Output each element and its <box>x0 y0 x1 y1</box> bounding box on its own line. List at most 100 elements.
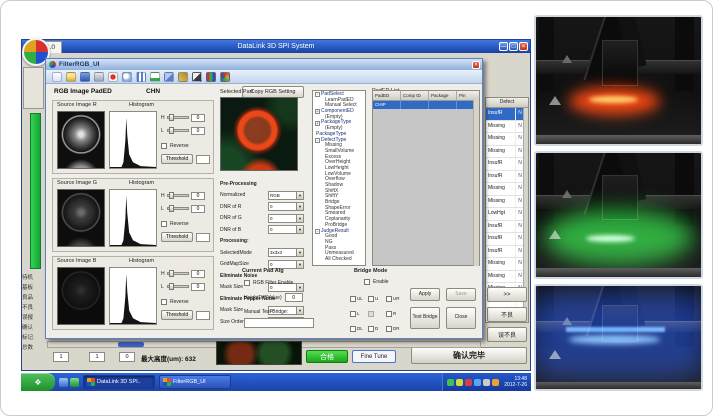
heightdiff-field[interactable]: 0 <box>285 293 303 302</box>
close-button[interactable]: Close <box>446 307 476 329</box>
start-button[interactable]: ❖ <box>21 373 55 391</box>
table-row[interactable]: Missing N <box>486 146 524 159</box>
scrollbar-thumb[interactable] <box>118 342 144 347</box>
col-package[interactable]: Package <box>429 91 457 100</box>
direction-checkbox[interactable] <box>350 326 356 332</box>
save-icon[interactable] <box>80 72 90 82</box>
save-button[interactable]: Save <box>446 288 476 301</box>
palette-icon[interactable] <box>220 72 230 82</box>
grid-icon[interactable] <box>136 72 146 82</box>
record-icon[interactable] <box>108 72 118 82</box>
l-value-field[interactable]: 0 <box>191 127 205 135</box>
table-row-selected[interactable]: CHIP <box>373 101 479 109</box>
h-slider[interactable] <box>167 116 189 119</box>
l-value-field[interactable]: 0 <box>191 205 205 213</box>
tray-icon[interactable] <box>474 379 481 386</box>
new-icon[interactable] <box>52 72 62 82</box>
direction-checkbox[interactable] <box>350 296 356 302</box>
threshold-button[interactable]: Threshold <box>161 154 193 164</box>
table-row[interactable]: Missing N <box>486 121 524 134</box>
h-value-field[interactable]: 0 <box>191 270 205 278</box>
tray-icon[interactable] <box>447 379 454 386</box>
close-icon[interactable]: × <box>519 42 528 51</box>
quick-launch-icon[interactable] <box>59 378 68 387</box>
reverse-checkbox[interactable] <box>161 299 167 305</box>
fine-tune-button[interactable]: Fine Tune <box>352 350 396 363</box>
taskbar-window-button[interactable]: FilterRGB_UI <box>159 375 231 389</box>
layers-icon[interactable] <box>164 72 174 82</box>
table-row[interactable]: InsufR N <box>486 108 524 121</box>
pass-button[interactable]: 合格 <box>306 350 348 363</box>
table-row[interactable]: InsufR N <box>486 158 524 171</box>
maximize-icon[interactable]: □ <box>509 42 518 51</box>
table-row[interactable]: LowHgt N <box>486 208 524 221</box>
dialog-close-icon[interactable]: × <box>472 61 480 69</box>
setting-dropdown[interactable]: 0▼ <box>268 202 304 211</box>
table-row[interactable]: InsufR N <box>486 233 524 246</box>
manual-test-bridge-field[interactable] <box>244 318 314 328</box>
reverse-checkbox[interactable] <box>161 221 167 227</box>
setting-dropdown[interactable]: 0▼ <box>268 225 304 234</box>
paded-table-scrollbar[interactable] <box>473 100 479 266</box>
table-row[interactable]: InsufR N <box>486 246 524 259</box>
setting-dropdown[interactable]: RGB▼ <box>268 191 304 200</box>
pen-icon[interactable] <box>192 72 202 82</box>
setting-dropdown[interactable]: 3x3x3▼ <box>268 248 304 257</box>
threshold-button[interactable]: Threshold <box>161 232 193 242</box>
status-field-3[interactable]: 0 <box>119 352 135 362</box>
rgb-filter-enable-checkbox[interactable] <box>244 280 250 286</box>
table-row[interactable]: Missing N <box>486 258 524 271</box>
ng-button[interactable]: 不良 <box>487 307 527 322</box>
quick-launch-icon[interactable] <box>70 378 79 387</box>
confirm-complete-button[interactable]: 确认完毕 <box>411 347 527 364</box>
l-slider[interactable] <box>167 129 189 132</box>
direction-checkbox[interactable] <box>368 296 374 302</box>
minimize-icon[interactable]: — <box>499 42 508 51</box>
table-row[interactable]: Missing N <box>486 133 524 146</box>
rgb-icon[interactable] <box>206 72 216 82</box>
tray-icon[interactable] <box>483 379 490 386</box>
zoom-icon[interactable] <box>122 72 132 82</box>
tray-icon[interactable] <box>465 379 472 386</box>
apply-button[interactable]: Apply <box>410 288 440 301</box>
test-bridge-button[interactable]: Test Bridge <box>410 307 440 329</box>
print-icon[interactable] <box>94 72 104 82</box>
direction-checkbox[interactable] <box>350 311 356 317</box>
l-slider[interactable] <box>167 207 189 210</box>
threshold-value-field[interactable] <box>196 155 210 164</box>
table-row[interactable]: InsufR N <box>486 221 524 234</box>
table-row[interactable]: Missing N <box>486 271 524 284</box>
threshold-value-field[interactable] <box>196 233 210 242</box>
table-row[interactable]: Missing N <box>486 183 524 196</box>
threshold-button[interactable]: Threshold <box>161 310 193 320</box>
status-field-1[interactable]: 1 <box>53 352 69 362</box>
h-slider[interactable] <box>167 194 189 197</box>
taskbar-window-button[interactable]: DataLink 3D SPI.. <box>83 375 155 389</box>
table-row[interactable]: InsufR N <box>486 171 524 184</box>
tree-item[interactable]: All Checked <box>315 257 365 263</box>
direction-checkbox[interactable] <box>368 326 374 332</box>
direction-checkbox[interactable] <box>386 326 392 332</box>
tray-icon[interactable] <box>456 379 463 386</box>
threshold-value-field[interactable] <box>196 311 210 320</box>
col-pin[interactable]: Pin <box>457 91 472 100</box>
h-value-field[interactable]: 0 <box>191 114 205 122</box>
col-paded[interactable]: PadED <box>373 91 401 100</box>
tray-icon[interactable] <box>492 379 499 386</box>
h-value-field[interactable]: 0 <box>191 192 205 200</box>
reverse-checkbox[interactable] <box>161 143 167 149</box>
direction-checkbox[interactable] <box>386 296 392 302</box>
h-slider[interactable] <box>167 272 189 275</box>
status-field-2[interactable]: 1 <box>89 352 105 362</box>
next-board-button[interactable]: >> <box>487 287 527 302</box>
setting-dropdown[interactable]: 0▼ <box>268 214 304 223</box>
bridge-enable-checkbox[interactable] <box>364 279 370 285</box>
false-ng-button[interactable]: 误不良 <box>487 327 527 342</box>
l-value-field[interactable]: 0 <box>191 283 205 291</box>
table-row[interactable]: Missing N <box>486 196 524 209</box>
measure-icon[interactable] <box>178 72 188 82</box>
chart-icon[interactable] <box>150 72 160 82</box>
open-icon[interactable] <box>66 72 76 82</box>
col-comp-id[interactable]: Comp ID <box>401 91 429 100</box>
l-slider[interactable] <box>167 285 189 288</box>
